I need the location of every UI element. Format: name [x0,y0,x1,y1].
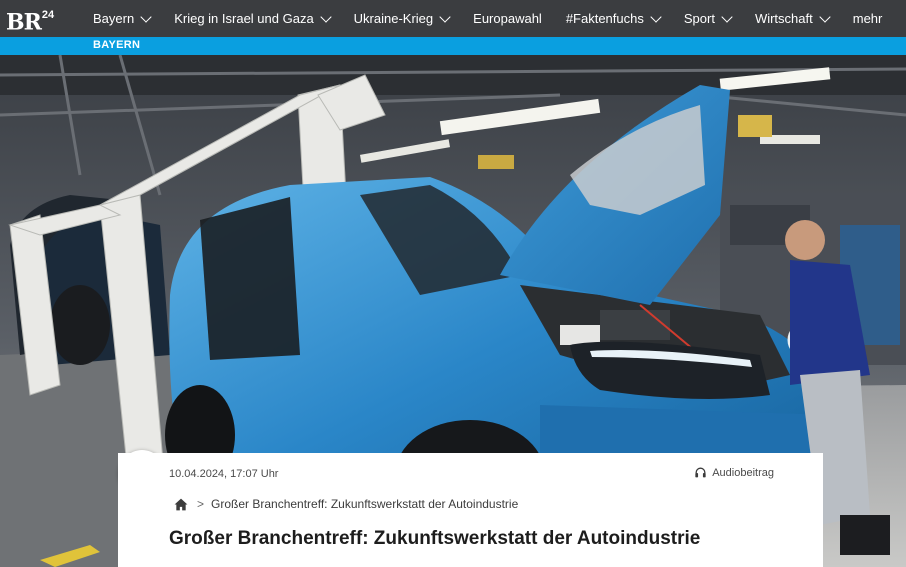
logo-text: BR [6,9,42,36]
chevron-down-icon [650,10,662,23]
nav-item-label: Wirtschaft [754,11,813,26]
nav-item-mehr[interactable]: mehr [853,11,883,26]
nav-item-label: Sport [683,11,715,26]
nav-item-faktenfuchs[interactable]: #Faktenfuchs [565,10,662,26]
br24-logo[interactable]: BR24 [6,4,55,36]
nav-item-krieg-israel-gaza[interactable]: Krieg in Israel und Gaza [174,10,332,26]
chevron-down-icon [819,10,831,23]
article-header-card: 10.04.2024, 17:07 Uhr Audiobeitrag > Gro… [118,453,823,567]
nav-item-label: Bayern [93,11,135,26]
nav-item-label: #Faktenfuchs [565,11,644,26]
audio-label: Audiobeitrag [712,466,774,479]
nav-item-ukraine-krieg[interactable]: Ukraine-Krieg [353,10,451,26]
nav-item-label: Krieg in Israel und Gaza [174,11,314,26]
chevron-down-icon [320,10,332,23]
chevron-down-icon [721,10,733,23]
top-navigation: BR24 Bayern Krieg in Israel und Gaza Ukr… [0,0,906,37]
nav-item-europawahl[interactable]: Europawahl [473,11,542,26]
chevron-down-icon [140,10,152,23]
publish-date: 10.04.2024, 17:07 Uhr [169,468,279,480]
section-bar: BAYERN [0,37,906,55]
home-icon[interactable] [174,498,188,511]
nav-item-bayern[interactable]: Bayern [93,10,152,26]
article-title: Großer Branchentreff: Zukunftswerkstatt … [169,528,701,549]
chevron-down-icon [439,10,451,23]
nav-items: Bayern Krieg in Israel und Gaza Ukraine-… [93,0,906,37]
logo-sup: 24 [41,9,55,21]
nav-item-sport[interactable]: Sport [683,10,733,26]
breadcrumb: > Großer Branchentreff: Zukunftswerkstat… [174,497,518,511]
headphones-icon [695,467,706,478]
nav-item-wirtschaft[interactable]: Wirtschaft [754,10,831,26]
audio-button[interactable]: Audiobeitrag [694,466,774,479]
breadcrumb-separator: > [197,497,205,511]
breadcrumb-current[interactable]: Großer Branchentreff: Zukunftswerkstatt … [211,497,518,511]
nav-item-label: Ukraine-Krieg [353,11,434,26]
section-label[interactable]: BAYERN [93,39,140,51]
nav-item-label: mehr [852,11,883,26]
nav-item-label: Europawahl [473,11,542,26]
